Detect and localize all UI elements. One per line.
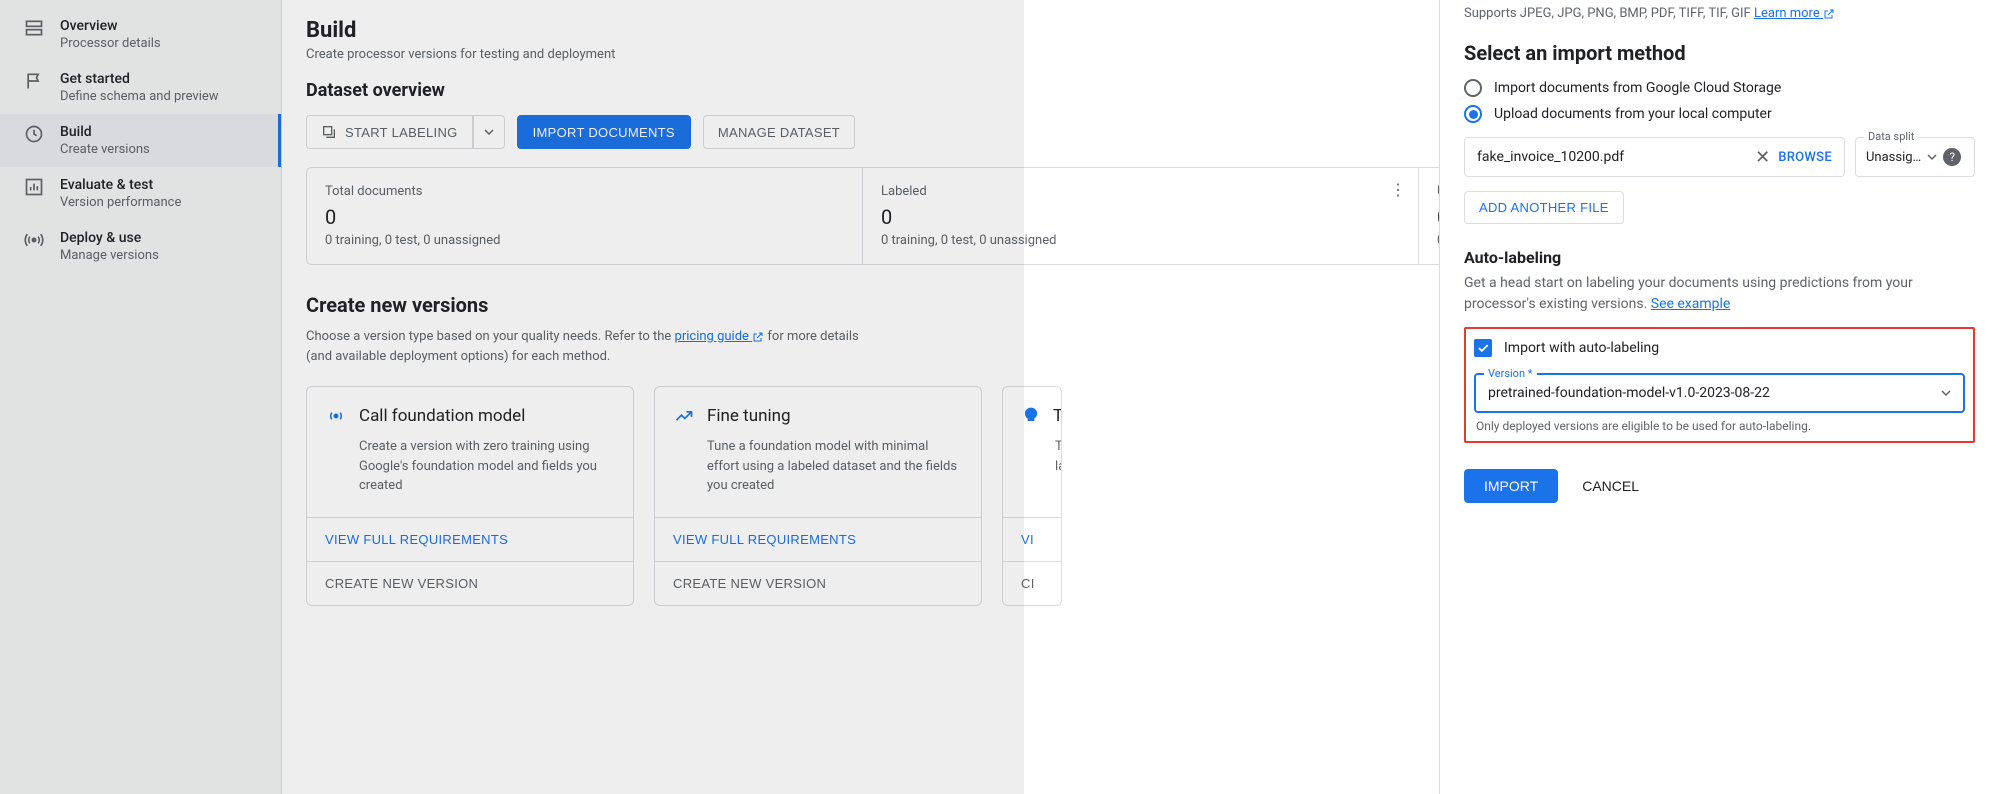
radio-icon — [1464, 79, 1482, 97]
version-value: pretrained-foundation-model-v1.0-2023-08… — [1488, 385, 1770, 401]
overview-total: Total documents 0 0 training, 0 test, 0 … — [307, 168, 862, 264]
create-desc-pre: Choose a version type based on your qual… — [306, 329, 675, 344]
card-desc: Tune a foundation model with minimal eff… — [707, 437, 963, 496]
ov-count: 0 — [881, 205, 1400, 229]
radio-icon — [1464, 105, 1482, 123]
nav-sub: Version performance — [60, 195, 181, 210]
autolabel-heading: Auto-labeling — [1464, 248, 1975, 267]
nav-title: Evaluate & test — [60, 177, 181, 193]
chart-icon — [24, 177, 44, 197]
create-version-button[interactable]: CREATE NEW VERSION — [307, 562, 633, 605]
help-icon[interactable]: ? — [1943, 148, 1961, 166]
data-split-select[interactable]: Data split Unassig… ? — [1855, 137, 1975, 177]
file-name: fake_invoice_10200.pdf — [1477, 149, 1624, 165]
bulb-icon — [1021, 405, 1041, 427]
card-title: Call foundation model — [359, 406, 525, 426]
nav-build[interactable]: Build Create versions — [0, 114, 281, 167]
view-requirements-button[interactable]: VIEW FULL REQUIREMENTS — [307, 518, 633, 562]
card-foundation: Call foundation model Create a version w… — [306, 386, 634, 606]
nav-evaluate[interactable]: Evaluate & test Version performance — [0, 167, 281, 220]
broadcast-icon — [325, 405, 347, 427]
ov-label: Labeled — [881, 184, 1400, 199]
import-documents-button[interactable]: IMPORT DOCUMENTS — [517, 115, 691, 149]
nav-title: Overview — [60, 18, 161, 34]
split-label: Data split — [1864, 130, 1918, 143]
start-labeling-button[interactable]: START LABELING — [306, 115, 473, 149]
drawer-heading: Select an import method — [1464, 41, 1975, 65]
card-desc: Create a version with zero training usin… — [359, 437, 615, 496]
ov-label: Total documents — [325, 184, 844, 199]
upload-row: fake_invoice_10200.pdf ✕ BROWSE Data spl… — [1464, 137, 1975, 177]
broadcast-icon — [24, 230, 44, 250]
see-example-link[interactable]: See example — [1651, 296, 1731, 312]
nav-sub: Manage versions — [60, 248, 159, 263]
version-helper: Only deployed versions are eligible to b… — [1474, 419, 1965, 433]
start-labeling-label: START LABELING — [345, 125, 458, 140]
cancel-button[interactable]: CANCEL — [1570, 469, 1651, 503]
file-input[interactable]: fake_invoice_10200.pdf ✕ BROWSE — [1464, 137, 1845, 177]
clear-icon[interactable]: ✕ — [1755, 147, 1770, 168]
nav-deploy[interactable]: Deploy & use Manage versions — [0, 220, 281, 273]
nav-title: Get started — [60, 71, 219, 87]
version-select[interactable]: Version * pretrained-foundation-model-v1… — [1474, 373, 1965, 413]
import-button[interactable]: IMPORT — [1464, 469, 1558, 503]
ov-detail: 0 training, 0 test, 0 unassigned — [881, 233, 1400, 248]
create-description: Choose a version type based on your qual… — [306, 327, 866, 366]
view-requirements-button[interactable]: VI — [1003, 518, 1061, 562]
checkbox-icon — [1474, 339, 1492, 357]
card-title: Tr — [1053, 406, 1062, 426]
radio-label: Import documents from Google Cloud Stora… — [1494, 80, 1781, 96]
radio-label: Upload documents from your local compute… — [1494, 106, 1772, 122]
wrench-icon — [24, 124, 44, 144]
add-another-file-button[interactable]: ADD ANOTHER FILE — [1464, 191, 1624, 224]
version-label: Version * — [1484, 367, 1537, 380]
ov-detail: 0 training, 0 test, 0 unassigned — [325, 233, 844, 248]
nav-sub: Define schema and preview — [60, 89, 219, 104]
browse-button[interactable]: BROWSE — [1778, 150, 1832, 165]
nav-title: Deploy & use — [60, 230, 159, 246]
nav-get-started[interactable]: Get started Define schema and preview — [0, 61, 281, 114]
radio-local[interactable]: Upload documents from your local compute… — [1464, 105, 1975, 123]
start-labeling-dropdown[interactable] — [473, 115, 505, 149]
autolabel-checkbox-row[interactable]: Import with auto-labeling — [1474, 339, 1965, 357]
nav-sub: Processor details — [60, 36, 161, 51]
create-version-button[interactable]: CREATE NEW VERSION — [655, 562, 981, 605]
import-drawer: Supports JPEG, JPG, PNG, BMP, PDF, TIFF,… — [1439, 0, 1999, 794]
learn-more-link[interactable]: Learn more — [1754, 6, 1835, 21]
card-truncated: Tr Tr lab VI CI — [1002, 386, 1062, 606]
split-value: Unassig… — [1866, 150, 1921, 165]
chevron-down-icon — [1927, 152, 1937, 162]
overview-labeled: Labeled 0 0 training, 0 test, 0 unassign… — [862, 168, 1418, 264]
card-finetuning: Fine tuning Tune a foundation model with… — [654, 386, 982, 606]
nav-title: Build — [60, 124, 150, 140]
nav-overview[interactable]: Overview Processor details — [0, 8, 281, 61]
flag-icon — [24, 71, 44, 91]
pricing-guide-link[interactable]: pricing guide — [675, 329, 765, 344]
kebab-menu-icon[interactable]: ⋮ — [1390, 180, 1406, 199]
ov-count: 0 — [325, 205, 844, 229]
nav-sub: Create versions — [60, 142, 150, 157]
manage-dataset-button[interactable]: MANAGE DATASET — [703, 115, 855, 149]
create-version-button[interactable]: CI — [1003, 562, 1061, 605]
format-hint: Supports JPEG, JPG, PNG, BMP, PDF, TIFF,… — [1464, 6, 1975, 21]
dashboard-icon — [24, 18, 44, 38]
chevron-down-icon — [1941, 388, 1951, 398]
sidebar: Overview Processor details Get started D… — [0, 0, 282, 794]
trend-icon — [673, 405, 695, 427]
card-title: Fine tuning — [707, 406, 791, 426]
view-requirements-button[interactable]: VIEW FULL REQUIREMENTS — [655, 518, 981, 562]
radio-gcs[interactable]: Import documents from Google Cloud Stora… — [1464, 79, 1975, 97]
checkbox-label: Import with auto-labeling — [1504, 340, 1659, 356]
drawer-actions: IMPORT CANCEL — [1464, 469, 1975, 503]
autolabel-description: Get a head start on labeling your docume… — [1464, 273, 1975, 315]
autolabel-highlight: Import with auto-labeling Version * pret… — [1464, 327, 1975, 443]
